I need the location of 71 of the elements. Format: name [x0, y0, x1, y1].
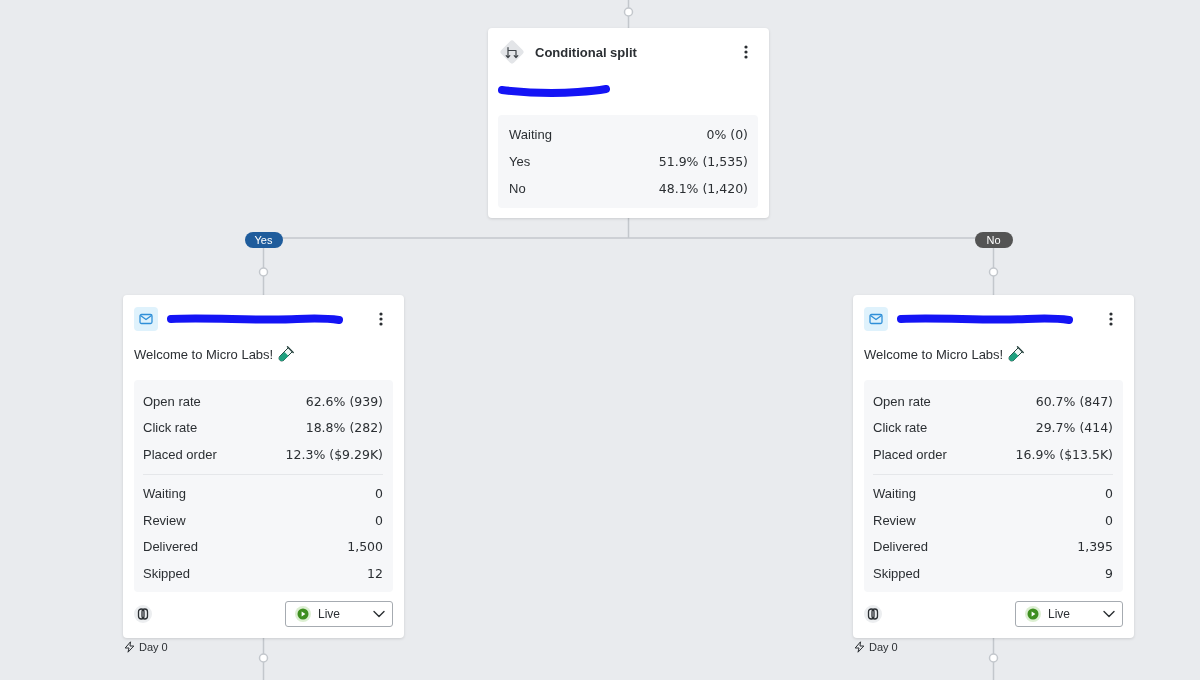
stat-label: Click rate	[873, 420, 928, 436]
connector-dot-icon	[988, 653, 999, 663]
link-icon	[864, 604, 882, 623]
stat-label: Delivered	[143, 539, 198, 555]
stat-value: 9	[1105, 565, 1113, 581]
lightning-icon	[854, 641, 865, 653]
stat-label: Click rate	[143, 420, 198, 436]
stat-value: 51.9% (1,535)	[658, 154, 748, 169]
play-icon	[295, 605, 311, 622]
connector-dot-icon	[258, 653, 269, 663]
link-icon	[134, 604, 152, 623]
connector-line	[262, 637, 265, 680]
connector-dot-icon	[258, 267, 269, 277]
stat-label: Delivered	[873, 539, 928, 555]
branch-label: No	[974, 232, 1013, 248]
envelope-icon	[134, 307, 158, 331]
stat-label: Waiting	[873, 486, 916, 502]
split-node-card[interactable]: Conditional split Waiting 0% (0) Yes 51.9% (1,535) No 48.1% (1,420)	[488, 28, 769, 218]
stat-value: 60.7% (847)	[1035, 393, 1113, 409]
stat-label: Yes	[509, 154, 531, 169]
chevron-down-icon	[373, 609, 385, 618]
test-tube-icon	[278, 346, 295, 362]
connector-dot-icon	[623, 7, 634, 17]
stat-value: 62.6% (939)	[305, 393, 383, 409]
stat-label: Placed order	[143, 446, 217, 462]
stat-value: 0	[1105, 512, 1113, 528]
connector-dot-icon	[988, 267, 999, 277]
stat-value: 1,500	[347, 539, 383, 555]
stat-label: Review	[873, 512, 916, 528]
stat-label: Skipped	[873, 565, 920, 581]
stat-value: 29.7% (414)	[1035, 420, 1113, 436]
stat-label: Open rate	[873, 393, 931, 409]
kebab-icon	[744, 45, 748, 59]
status-dropdown[interactable]: Live	[1015, 600, 1123, 627]
stat-label: No	[509, 181, 526, 196]
stat-value: 16.9% ($13.5K)	[1015, 446, 1113, 462]
stat-value: 48.1% (1,420)	[658, 181, 748, 196]
stat-value: 12.3% ($9.29K)	[285, 446, 383, 462]
kebab-icon	[1109, 312, 1113, 326]
stat-value: 0	[375, 486, 383, 502]
delay-label: Day 0	[139, 641, 168, 653]
node-title: Conditional split	[535, 44, 637, 60]
email-subject: Welcome to Micro Labs!	[864, 346, 1004, 362]
stat-label: Review	[143, 512, 186, 528]
chevron-down-icon	[1103, 609, 1115, 618]
stat-label: Skipped	[143, 565, 190, 581]
connector-line	[992, 637, 995, 680]
stat-value: 18.8% (282)	[305, 420, 383, 436]
stat-value: 0	[375, 512, 383, 528]
email-node-card[interactable]: Welcome to Micro Labs! Open rate 62.6% (939) Click rate 18.8% (282) Placed order 12.3% ($9.29K) Waiting 0 Review 0 Delivered 1,500 Skipped 12 Live	[123, 295, 404, 638]
envelope-icon	[864, 307, 888, 331]
stat-value: 0	[1105, 486, 1113, 502]
email-node-card[interactable]: Welcome to Micro Labs! Open rate 60.7% (847) Click rate 29.7% (414) Placed order 16.9% ($13.5K) Waiting 0 Review 0 Delivered 1,395 Skipped 9 Live	[853, 295, 1134, 638]
stat-value: 0% (0)	[706, 127, 748, 142]
play-icon	[1025, 605, 1041, 622]
connector-line	[992, 246, 995, 296]
stat-label: Waiting	[143, 486, 186, 502]
status-dropdown[interactable]: Live	[285, 600, 393, 627]
stat-value: 12	[367, 565, 383, 581]
stat-label: Placed order	[873, 446, 947, 462]
test-tube-icon	[1008, 346, 1025, 362]
connector-line	[627, 0, 630, 29]
stat-label: Waiting	[509, 127, 552, 142]
stat-value: 1,395	[1077, 539, 1113, 555]
branch-label: Yes	[244, 232, 283, 248]
connector-line	[262, 246, 265, 296]
stat-label: Open rate	[143, 393, 201, 409]
email-subject: Welcome to Micro Labs!	[134, 346, 274, 362]
kebab-icon	[379, 312, 383, 326]
lightning-icon	[124, 641, 135, 653]
delay-label: Day 0	[869, 641, 898, 653]
